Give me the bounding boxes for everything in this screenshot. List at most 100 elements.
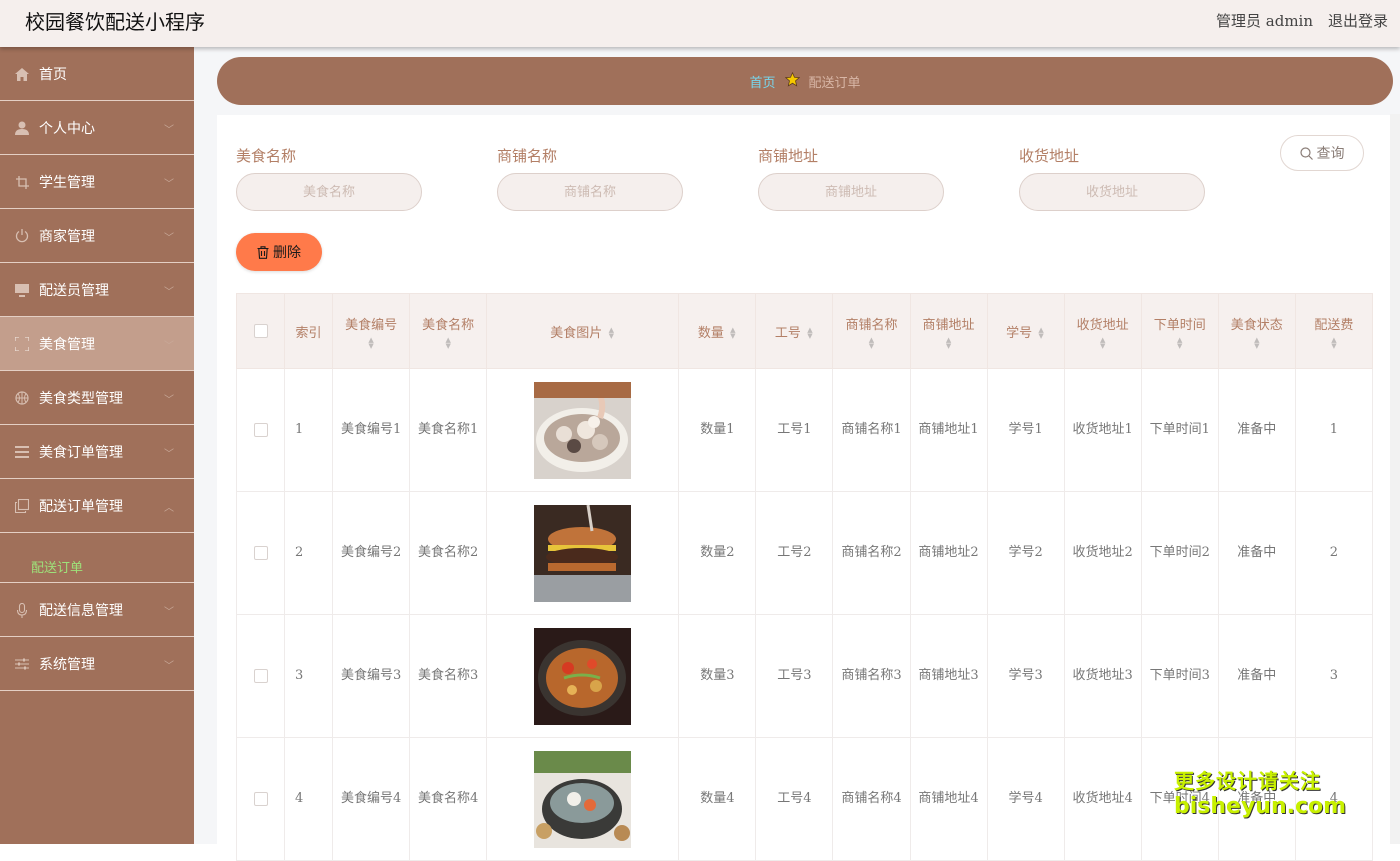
content-panel: 美食名称 商铺名称 商铺地址 收货地址 查询 删除 [217, 115, 1400, 861]
query-button[interactable]: 查询 [1280, 135, 1364, 171]
column-delivery-fee[interactable]: 配送费 ▲ ▼ [1294, 293, 1374, 369]
column-label: 商铺名称 [845, 317, 898, 333]
shop-name-input[interactable] [497, 173, 683, 211]
table-row[interactable]: 1 美食编号1 美食名称1 数量1 工号1 商铺名称1 商铺地址1 学号1 收货… [235, 368, 1374, 492]
breadcrumb-home[interactable]: 首页 [749, 72, 775, 91]
food-name-input[interactable] [236, 173, 422, 211]
sidebar-item-food-types[interactable]: 美食类型管理 ﹀ [0, 371, 194, 425]
cell-index: 3 [284, 614, 334, 738]
cell-student-id: 学号2 [986, 491, 1065, 615]
table-row[interactable]: 2 美食编号2 美食名称2 数量2 工号2 商铺名称2 商铺地址2 学号2 收货… [235, 491, 1374, 615]
column-label: 美食图片 [550, 325, 603, 341]
cell-delivery-fee: 2 [1294, 491, 1374, 615]
column-shop-address[interactable]: 商铺地址 ▲ ▼ [909, 293, 988, 369]
sort-icon[interactable]: ▲ ▼ [1037, 327, 1045, 340]
cell-food-image [486, 491, 680, 615]
sort-icon[interactable]: ▲ ▼ [945, 336, 953, 349]
column-food-name[interactable]: 美食名称 ▲ ▼ [409, 293, 488, 369]
column-worker-id[interactable]: 工号 ▲ ▼ [755, 293, 834, 369]
sidebar-item-delivery-orders[interactable]: 配送订单管理 ︿ [0, 479, 194, 533]
column-food-code[interactable]: 美食编号 ▲ ▼ [332, 293, 411, 369]
sort-icon[interactable]: ▲ ▼ [444, 336, 452, 349]
sort-icon[interactable]: ▲ ▼ [806, 327, 814, 340]
sidebar-item-profile[interactable]: 个人中心 ﹀ [0, 101, 194, 155]
column-food-status[interactable]: 美食状态 ▲ ▼ [1217, 293, 1296, 369]
food-image[interactable] [534, 750, 632, 848]
delete-button[interactable]: 删除 [236, 233, 322, 271]
sidebar-item-food-orders[interactable]: 美食订单管理 ﹀ [0, 425, 194, 479]
column-order-time[interactable]: 下单时间 ▲ ▼ [1140, 293, 1219, 369]
watermark-line1: 更多设计请关注 [1174, 769, 1321, 793]
cell-delivery-fee: 1 [1294, 368, 1374, 492]
cell-delivery-address: 收货地址1 [1063, 368, 1142, 492]
sidebar-item-couriers[interactable]: 配送员管理 ﹀ [0, 263, 194, 317]
column-quantity[interactable]: 数量 ▲ ▼ [678, 293, 757, 369]
cell-index: 4 [284, 737, 334, 861]
sort-icon[interactable]: ▲ ▼ [1176, 336, 1184, 349]
delivery-address-input[interactable] [1019, 173, 1205, 211]
sidebar-item-label: 配送信息管理 [39, 603, 123, 619]
home-icon [14, 66, 30, 82]
table-row[interactable]: 3 美食编号3 美食名称3 数量3 工号3 商铺名称3 商铺地址3 学号3 收货… [235, 614, 1374, 738]
row-checkbox[interactable] [253, 545, 268, 560]
cell-delivery-fee: 3 [1294, 614, 1374, 738]
column-shop-name[interactable]: 商铺名称 ▲ ▼ [832, 293, 911, 369]
cell-student-id: 学号1 [986, 368, 1065, 492]
sidebar-item-system[interactable]: 系统管理 ﹀ [0, 637, 194, 691]
food-image[interactable] [534, 381, 632, 479]
row-checkbox[interactable] [253, 668, 268, 683]
column-student-id[interactable]: 学号 ▲ ▼ [986, 293, 1065, 369]
sidebar-item-food[interactable]: 美食管理 ﹀ [0, 317, 194, 371]
chevron-down-icon: ﹀ [164, 233, 174, 244]
select-all-cell [235, 293, 286, 369]
sort-icon[interactable]: ▲ ▼ [1253, 336, 1261, 349]
select-all-checkbox[interactable] [253, 324, 268, 338]
sort-icon[interactable]: ▲ ▼ [729, 327, 737, 340]
sort-icon[interactable]: ▲ ▼ [1099, 336, 1107, 349]
watermark-line2: bisheyun.com [1174, 794, 1347, 819]
column-delivery-address[interactable]: 收货地址 ▲ ▼ [1063, 293, 1142, 369]
row-checkbox[interactable] [253, 422, 268, 437]
mic-icon [14, 602, 30, 618]
food-image[interactable] [534, 504, 632, 602]
shop-address-input[interactable] [758, 173, 944, 211]
food-image[interactable] [534, 627, 632, 725]
cell-order-time: 下单时间3 [1140, 614, 1219, 738]
sort-icon[interactable]: ▲ ▼ [1330, 336, 1338, 349]
sort-icon[interactable]: ▲ ▼ [607, 327, 615, 340]
cell-delivery-address: 收货地址4 [1063, 737, 1142, 861]
delivery-address-label: 收货地址 [1019, 147, 1080, 165]
chevron-down-icon: ﹀ [164, 287, 174, 298]
cell-quantity: 数量1 [678, 368, 757, 492]
sidebar: 首页 个人中心 ﹀ 学生管理 ﹀ 商家管理 ﹀ 配送员管理 ﹀ 美食管理 ﹀ 美… [0, 47, 194, 844]
cell-food-code: 美食编号3 [332, 614, 411, 738]
cell-food-status: 准备中 [1217, 491, 1296, 615]
sort-icon[interactable]: ▲ ▼ [367, 336, 375, 349]
sidebar-item-students[interactable]: 学生管理 ﹀ [0, 155, 194, 209]
breadcrumb: 首页 配送订单 [217, 57, 1393, 105]
column-label: 工号 [774, 325, 801, 341]
cell-shop-address: 商铺地址4 [909, 737, 988, 861]
sidebar-subitem-delivery-order[interactable]: 配送订单 [0, 533, 194, 583]
logout-link[interactable]: 退出登录 [1328, 10, 1388, 31]
sidebar-item-delivery-info[interactable]: 配送信息管理 ﹀ [0, 583, 194, 637]
scrollbar-track[interactable] [1390, 114, 1400, 844]
cell-worker-id: 工号2 [755, 491, 834, 615]
column-label: 商铺地址 [922, 317, 975, 333]
sort-icon[interactable]: ▲ ▼ [868, 336, 876, 349]
chevron-down-icon: ﹀ [164, 341, 174, 352]
query-button-label: 查询 [1316, 146, 1345, 162]
cell-food-name: 美食名称3 [409, 614, 488, 738]
row-checkbox[interactable] [253, 791, 268, 806]
shop-name-label: 商铺名称 [497, 147, 558, 165]
chevron-down-icon: ﹀ [164, 661, 174, 672]
sidebar-item-label: 配送订单管理 [39, 499, 123, 515]
list-icon [14, 444, 30, 460]
search-icon [1299, 146, 1313, 160]
food-name-label: 美食名称 [236, 147, 297, 165]
cell-food-status: 准备中 [1217, 368, 1296, 492]
column-food-image[interactable]: 美食图片 ▲ ▼ [486, 293, 680, 369]
shop-address-label: 商铺地址 [758, 147, 819, 165]
sidebar-item-home[interactable]: 首页 [0, 47, 194, 101]
sidebar-item-merchants[interactable]: 商家管理 ﹀ [0, 209, 194, 263]
